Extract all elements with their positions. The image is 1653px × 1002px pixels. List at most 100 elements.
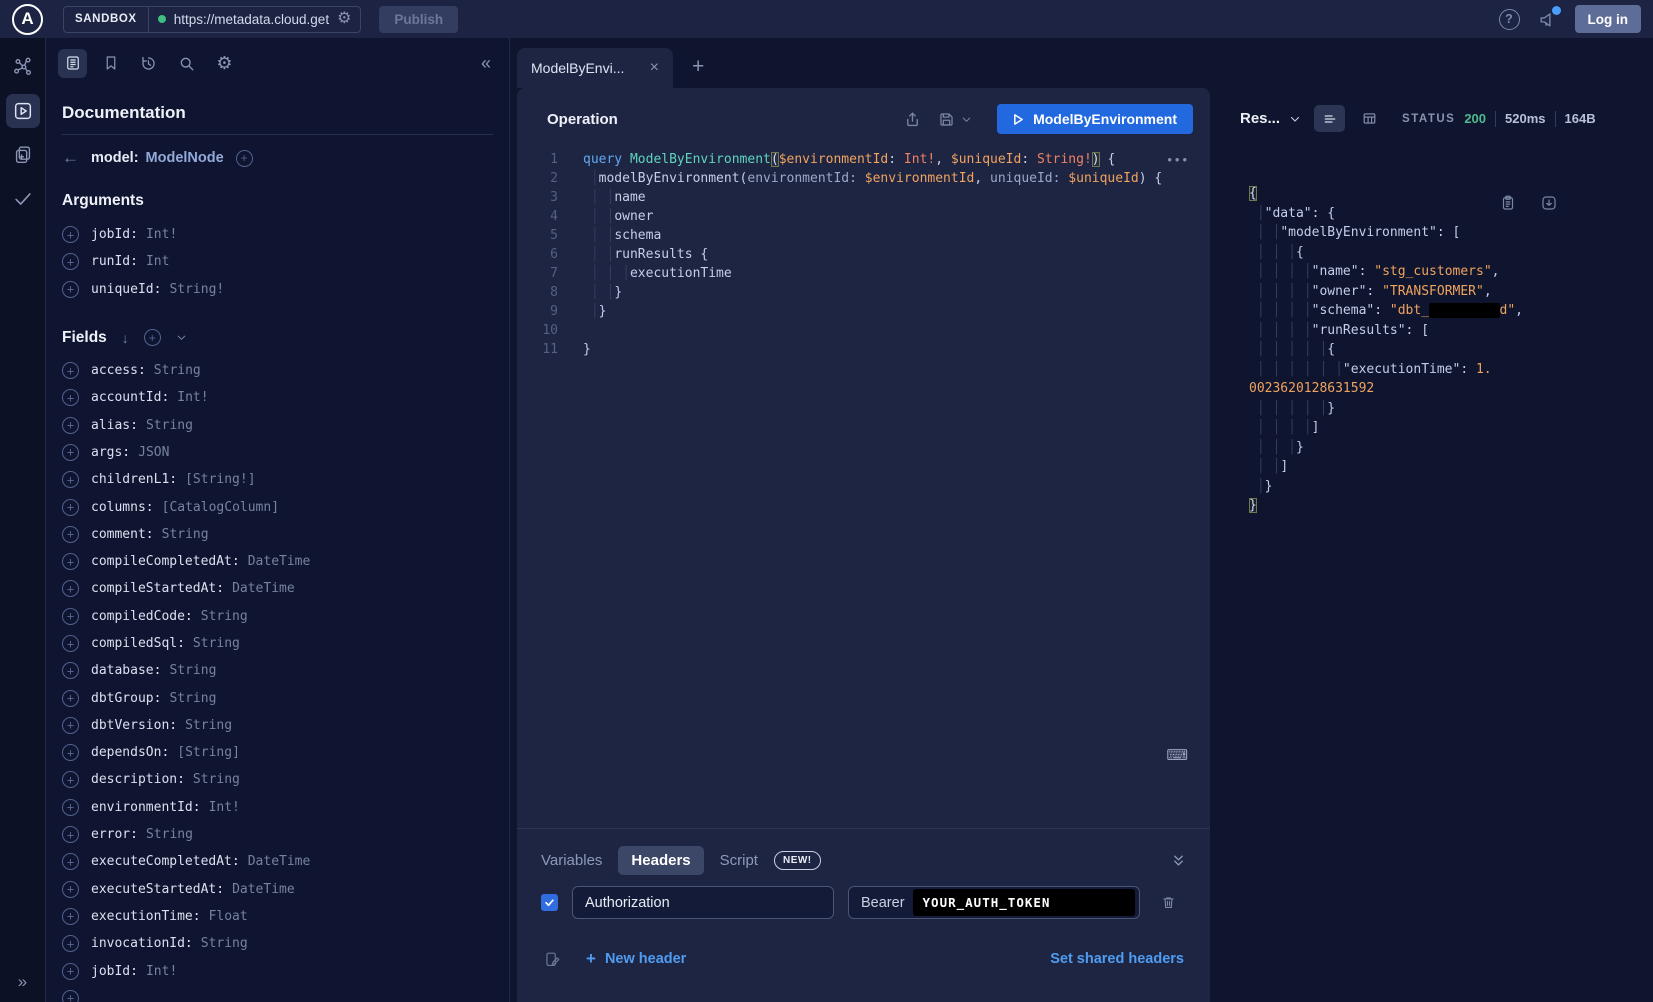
add-to-query-button[interactable]: + <box>62 580 79 597</box>
changelog-icon[interactable] <box>6 138 40 172</box>
save-icon[interactable] <box>937 110 956 129</box>
field-row[interactable]: + <box>62 985 493 1002</box>
code-line[interactable]: 9 │} <box>517 302 1210 321</box>
model-type-link[interactable]: ModelNode <box>146 150 224 166</box>
help-icon[interactable]: ? <box>1499 9 1520 30</box>
field-row[interactable]: +columns:[CatalogColumn] <box>62 493 493 520</box>
sort-fields-icon[interactable]: ↓ <box>122 330 129 346</box>
endpoint-url-input[interactable]: https://metadata.cloud.get <box>174 12 329 27</box>
code-line[interactable]: 3 │ │name <box>517 188 1210 207</box>
explorer-icon[interactable] <box>6 94 40 128</box>
header-key-input[interactable] <box>572 886 834 919</box>
field-row[interactable]: +description:String <box>62 766 493 793</box>
add-to-query-button[interactable]: + <box>62 526 79 543</box>
history-icon[interactable] <box>134 49 163 78</box>
documentation-tab-icon[interactable] <box>58 49 87 78</box>
field-row[interactable]: +dbtGroup:String <box>62 684 493 711</box>
field-row[interactable]: +args:JSON <box>62 439 493 466</box>
code-line[interactable]: 11} <box>517 340 1210 359</box>
add-to-query-button[interactable]: + <box>62 908 79 925</box>
code-line[interactable]: 2 │modelByEnvironment(environmentId: $en… <box>517 169 1210 188</box>
add-to-query-button[interactable]: + <box>62 744 79 761</box>
run-operation-button[interactable]: ModelByEnvironment <box>997 104 1193 134</box>
code-line[interactable]: 4 │ │owner <box>517 207 1210 226</box>
field-row[interactable]: +childrenL1:[String!] <box>62 466 493 493</box>
add-to-query-button[interactable]: + <box>62 635 79 652</box>
field-row[interactable]: +access:String <box>62 357 493 384</box>
field-row[interactable]: +dependsOn:[String] <box>62 739 493 766</box>
tab-variables[interactable]: Variables <box>541 852 602 869</box>
add-to-query-button[interactable]: + <box>62 226 79 243</box>
add-to-query-button[interactable]: + <box>62 553 79 570</box>
new-header-button[interactable]: + New header <box>586 949 686 969</box>
close-tab-icon[interactable]: × <box>650 59 659 77</box>
header-enabled-checkbox[interactable] <box>541 894 558 911</box>
tab-headers[interactable]: Headers <box>618 846 703 875</box>
add-to-query-button[interactable]: + <box>62 853 79 870</box>
add-all-fields-button[interactable]: + <box>144 329 161 346</box>
collapse-docs-icon[interactable]: « <box>481 53 497 74</box>
field-row[interactable]: +executeCompletedAt:DateTime <box>62 848 493 875</box>
operation-tab[interactable]: ModelByEnvi... × <box>517 48 673 88</box>
field-row[interactable]: +compiledSql:String <box>62 630 493 657</box>
new-tab-button[interactable]: + <box>692 55 704 79</box>
field-row[interactable]: +accountId:Int! <box>62 384 493 411</box>
add-to-query-button[interactable]: + <box>62 471 79 488</box>
add-to-query-button[interactable]: + <box>62 417 79 434</box>
set-shared-headers-link[interactable]: Set shared headers <box>1050 951 1184 967</box>
response-chevron-down-icon[interactable] <box>1289 113 1301 125</box>
code-line[interactable]: 5 │ │schema <box>517 226 1210 245</box>
field-row[interactable]: +executeStartedAt:DateTime <box>62 876 493 903</box>
argument-row[interactable]: +jobId:Int! <box>62 221 493 248</box>
save-chevron-down-icon[interactable] <box>961 114 972 125</box>
header-value-input[interactable]: Bearer YOUR_AUTH_TOKEN <box>848 886 1140 919</box>
bookmarks-icon[interactable] <box>96 49 125 78</box>
tab-script[interactable]: Script <box>720 852 758 869</box>
login-button[interactable]: Log in <box>1575 5 1642 33</box>
field-row[interactable]: +jobId:Int! <box>62 957 493 984</box>
add-model-field-button[interactable]: + <box>236 150 253 167</box>
field-row[interactable]: +alias:String <box>62 411 493 438</box>
announcements-megaphone-icon[interactable] <box>1538 10 1557 29</box>
code-line[interactable]: 6 │ │runResults { <box>517 245 1210 264</box>
add-to-query-button[interactable]: + <box>62 444 79 461</box>
search-icon[interactable] <box>172 49 201 78</box>
apollo-logo-icon[interactable]: A <box>12 4 43 35</box>
field-row[interactable]: +comment:String <box>62 521 493 548</box>
field-row[interactable]: +error:String <box>62 821 493 848</box>
formatted-view-button[interactable] <box>1314 105 1345 132</box>
add-to-query-button[interactable]: + <box>62 499 79 516</box>
environment-edit-icon[interactable] <box>543 950 562 969</box>
add-to-query-button[interactable]: + <box>62 935 79 952</box>
add-to-query-button[interactable]: + <box>62 608 79 625</box>
expand-rail-button[interactable]: » <box>0 972 45 992</box>
keyboard-shortcuts-icon[interactable]: ⌨ <box>1166 746 1188 764</box>
field-row[interactable]: +environmentId:Int! <box>62 794 493 821</box>
field-row[interactable]: +database:String <box>62 657 493 684</box>
field-row[interactable]: +compiledCode:String <box>62 603 493 630</box>
field-row[interactable]: +compileCompletedAt:DateTime <box>62 548 493 575</box>
add-to-query-button[interactable]: + <box>62 717 79 734</box>
collapse-panel-chevrons-icon[interactable] <box>1171 853 1186 868</box>
code-line[interactable]: 8 │ │} <box>517 283 1210 302</box>
response-title[interactable]: Res... <box>1240 110 1280 127</box>
settings-gear-icon[interactable]: ⚙ <box>210 49 239 78</box>
field-row[interactable]: +compileStartedAt:DateTime <box>62 575 493 602</box>
add-to-query-button[interactable]: + <box>62 990 79 1002</box>
auth-token-value[interactable]: YOUR_AUTH_TOKEN <box>913 889 1135 916</box>
query-editor[interactable]: 1query ModelByEnvironment($environmentId… <box>517 150 1210 828</box>
argument-row[interactable]: +uniqueId:String! <box>62 276 493 303</box>
share-icon[interactable] <box>903 110 922 129</box>
fields-chevron-down-icon[interactable] <box>176 332 187 343</box>
add-to-query-button[interactable]: + <box>62 963 79 980</box>
add-to-query-button[interactable]: + <box>62 362 79 379</box>
code-line[interactable]: 1query ModelByEnvironment($environmentId… <box>517 150 1210 169</box>
code-line[interactable]: 10 <box>517 321 1210 340</box>
add-to-query-button[interactable]: + <box>62 826 79 843</box>
publish-button[interactable]: Publish <box>379 6 458 33</box>
add-to-query-button[interactable]: + <box>62 662 79 679</box>
endpoint-settings-gear-icon[interactable]: ⚙ <box>337 11 351 27</box>
delete-header-trash-icon[interactable] <box>1160 894 1177 911</box>
checks-icon[interactable] <box>6 182 40 216</box>
table-view-button[interactable] <box>1354 105 1385 132</box>
